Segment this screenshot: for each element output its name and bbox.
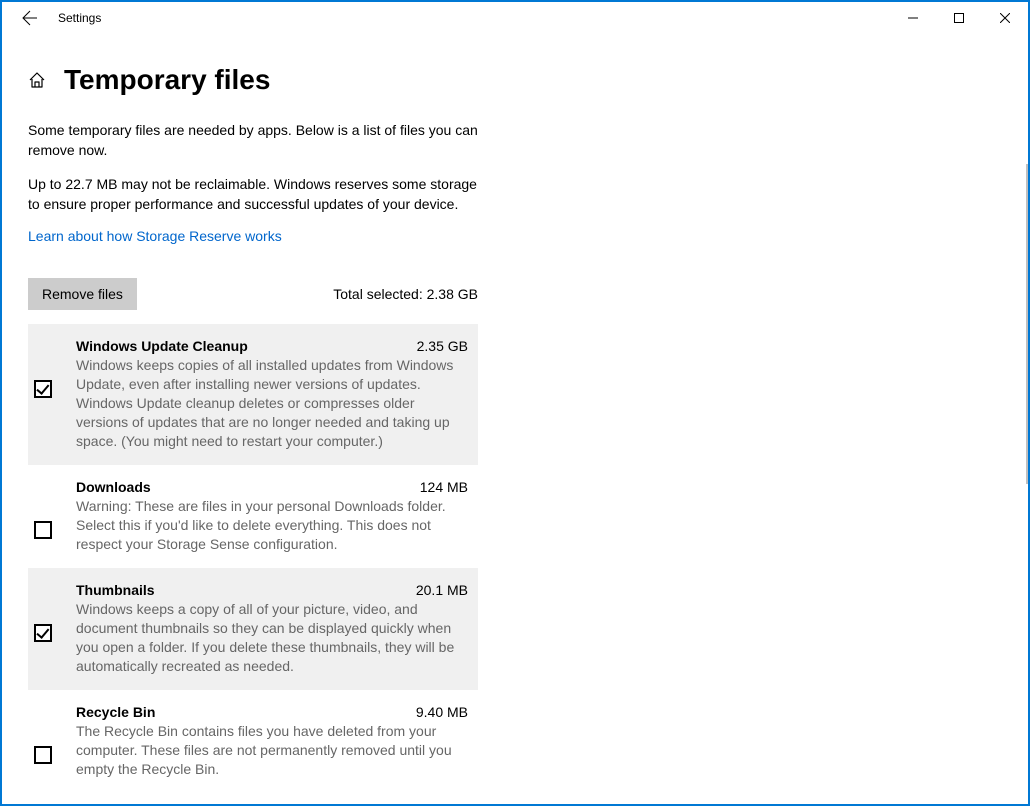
page-title: Temporary files [64, 64, 270, 96]
item-title: Downloads [76, 479, 151, 495]
list-item[interactable]: Thumbnails 20.1 MB Windows keeps a copy of… [28, 568, 478, 690]
scrollbar-thumb[interactable] [1026, 164, 1028, 484]
maximize-icon [954, 13, 964, 23]
checkbox-wrap [28, 338, 76, 451]
item-header: Recycle Bin 9.40 MB [76, 704, 468, 720]
item-title: Windows Update Cleanup [76, 338, 248, 354]
item-description: Warning: These are files in your persona… [76, 497, 468, 554]
total-selected-label: Total selected: 2.38 GB [333, 286, 478, 302]
list-item[interactable]: Windows Update Cleanup 2.35 GB Windows kee… [28, 324, 478, 465]
item-header: Downloads 124 MB [76, 479, 468, 495]
item-content: Thumbnails 20.1 MB Windows keeps a copy of… [76, 582, 468, 676]
item-description: Windows keeps copies of all installed up… [76, 356, 468, 451]
items-list: Windows Update Cleanup 2.35 GB Windows kee… [28, 324, 478, 804]
close-icon [1000, 13, 1010, 23]
checkbox-wrap [28, 582, 76, 676]
item-content: Windows Update Cleanup 2.35 GB Windows kee… [76, 338, 468, 451]
list-item[interactable]: Delivery Optimization Files7.38 MBDelive… [28, 793, 478, 804]
item-title: Thumbnails [76, 582, 155, 598]
learn-more-link[interactable]: Learn about how Storage Reserve works [28, 228, 282, 244]
item-checkbox[interactable] [34, 746, 52, 764]
item-title: Recycle Bin [76, 704, 155, 720]
item-size: 9.40 MB [416, 704, 468, 720]
item-description: The Recycle Bin contains files you have … [76, 722, 468, 779]
checkbox-wrap [28, 479, 76, 554]
item-header: Thumbnails 20.1 MB [76, 582, 468, 598]
maximize-button[interactable] [936, 2, 982, 34]
app-title: Settings [58, 11, 101, 25]
minimize-button[interactable] [890, 2, 936, 34]
page-header: Temporary files [28, 34, 1002, 120]
item-checkbox[interactable] [34, 380, 52, 398]
item-size: 124 MB [420, 479, 468, 495]
intro-text-2: Up to 22.7 MB may not be reclaimable. Wi… [28, 174, 478, 214]
item-header: Windows Update Cleanup 2.35 GB [76, 338, 468, 354]
list-item[interactable]: Recycle Bin 9.40 MB The Recycle Bin contai… [28, 690, 478, 793]
minimize-icon [908, 13, 918, 23]
intro-text-1: Some temporary files are needed by apps.… [28, 120, 478, 160]
back-button[interactable] [10, 2, 50, 34]
main-body: Some temporary files are needed by apps.… [28, 120, 478, 804]
item-description: Windows keeps a copy of all of your pict… [76, 600, 468, 676]
arrow-left-icon [22, 10, 38, 26]
close-button[interactable] [982, 2, 1028, 34]
list-item[interactable]: Downloads 124 MB Warning: These are files … [28, 465, 478, 568]
home-icon [28, 71, 46, 89]
action-row: Remove files Total selected: 2.38 GB [28, 278, 478, 310]
window-controls [890, 2, 1028, 34]
home-button[interactable] [28, 71, 46, 89]
remove-files-button[interactable]: Remove files [28, 278, 137, 310]
item-content: Recycle Bin 9.40 MB The Recycle Bin contai… [76, 704, 468, 779]
content-area: Temporary files Some temporary files are… [2, 34, 1028, 804]
item-size: 20.1 MB [416, 582, 468, 598]
item-content: Downloads 124 MB Warning: These are files … [76, 479, 468, 554]
checkbox-wrap [28, 704, 76, 779]
item-checkbox[interactable] [34, 624, 52, 642]
title-bar: Settings [2, 2, 1028, 34]
item-size: 2.35 GB [417, 338, 468, 354]
item-checkbox[interactable] [34, 521, 52, 539]
